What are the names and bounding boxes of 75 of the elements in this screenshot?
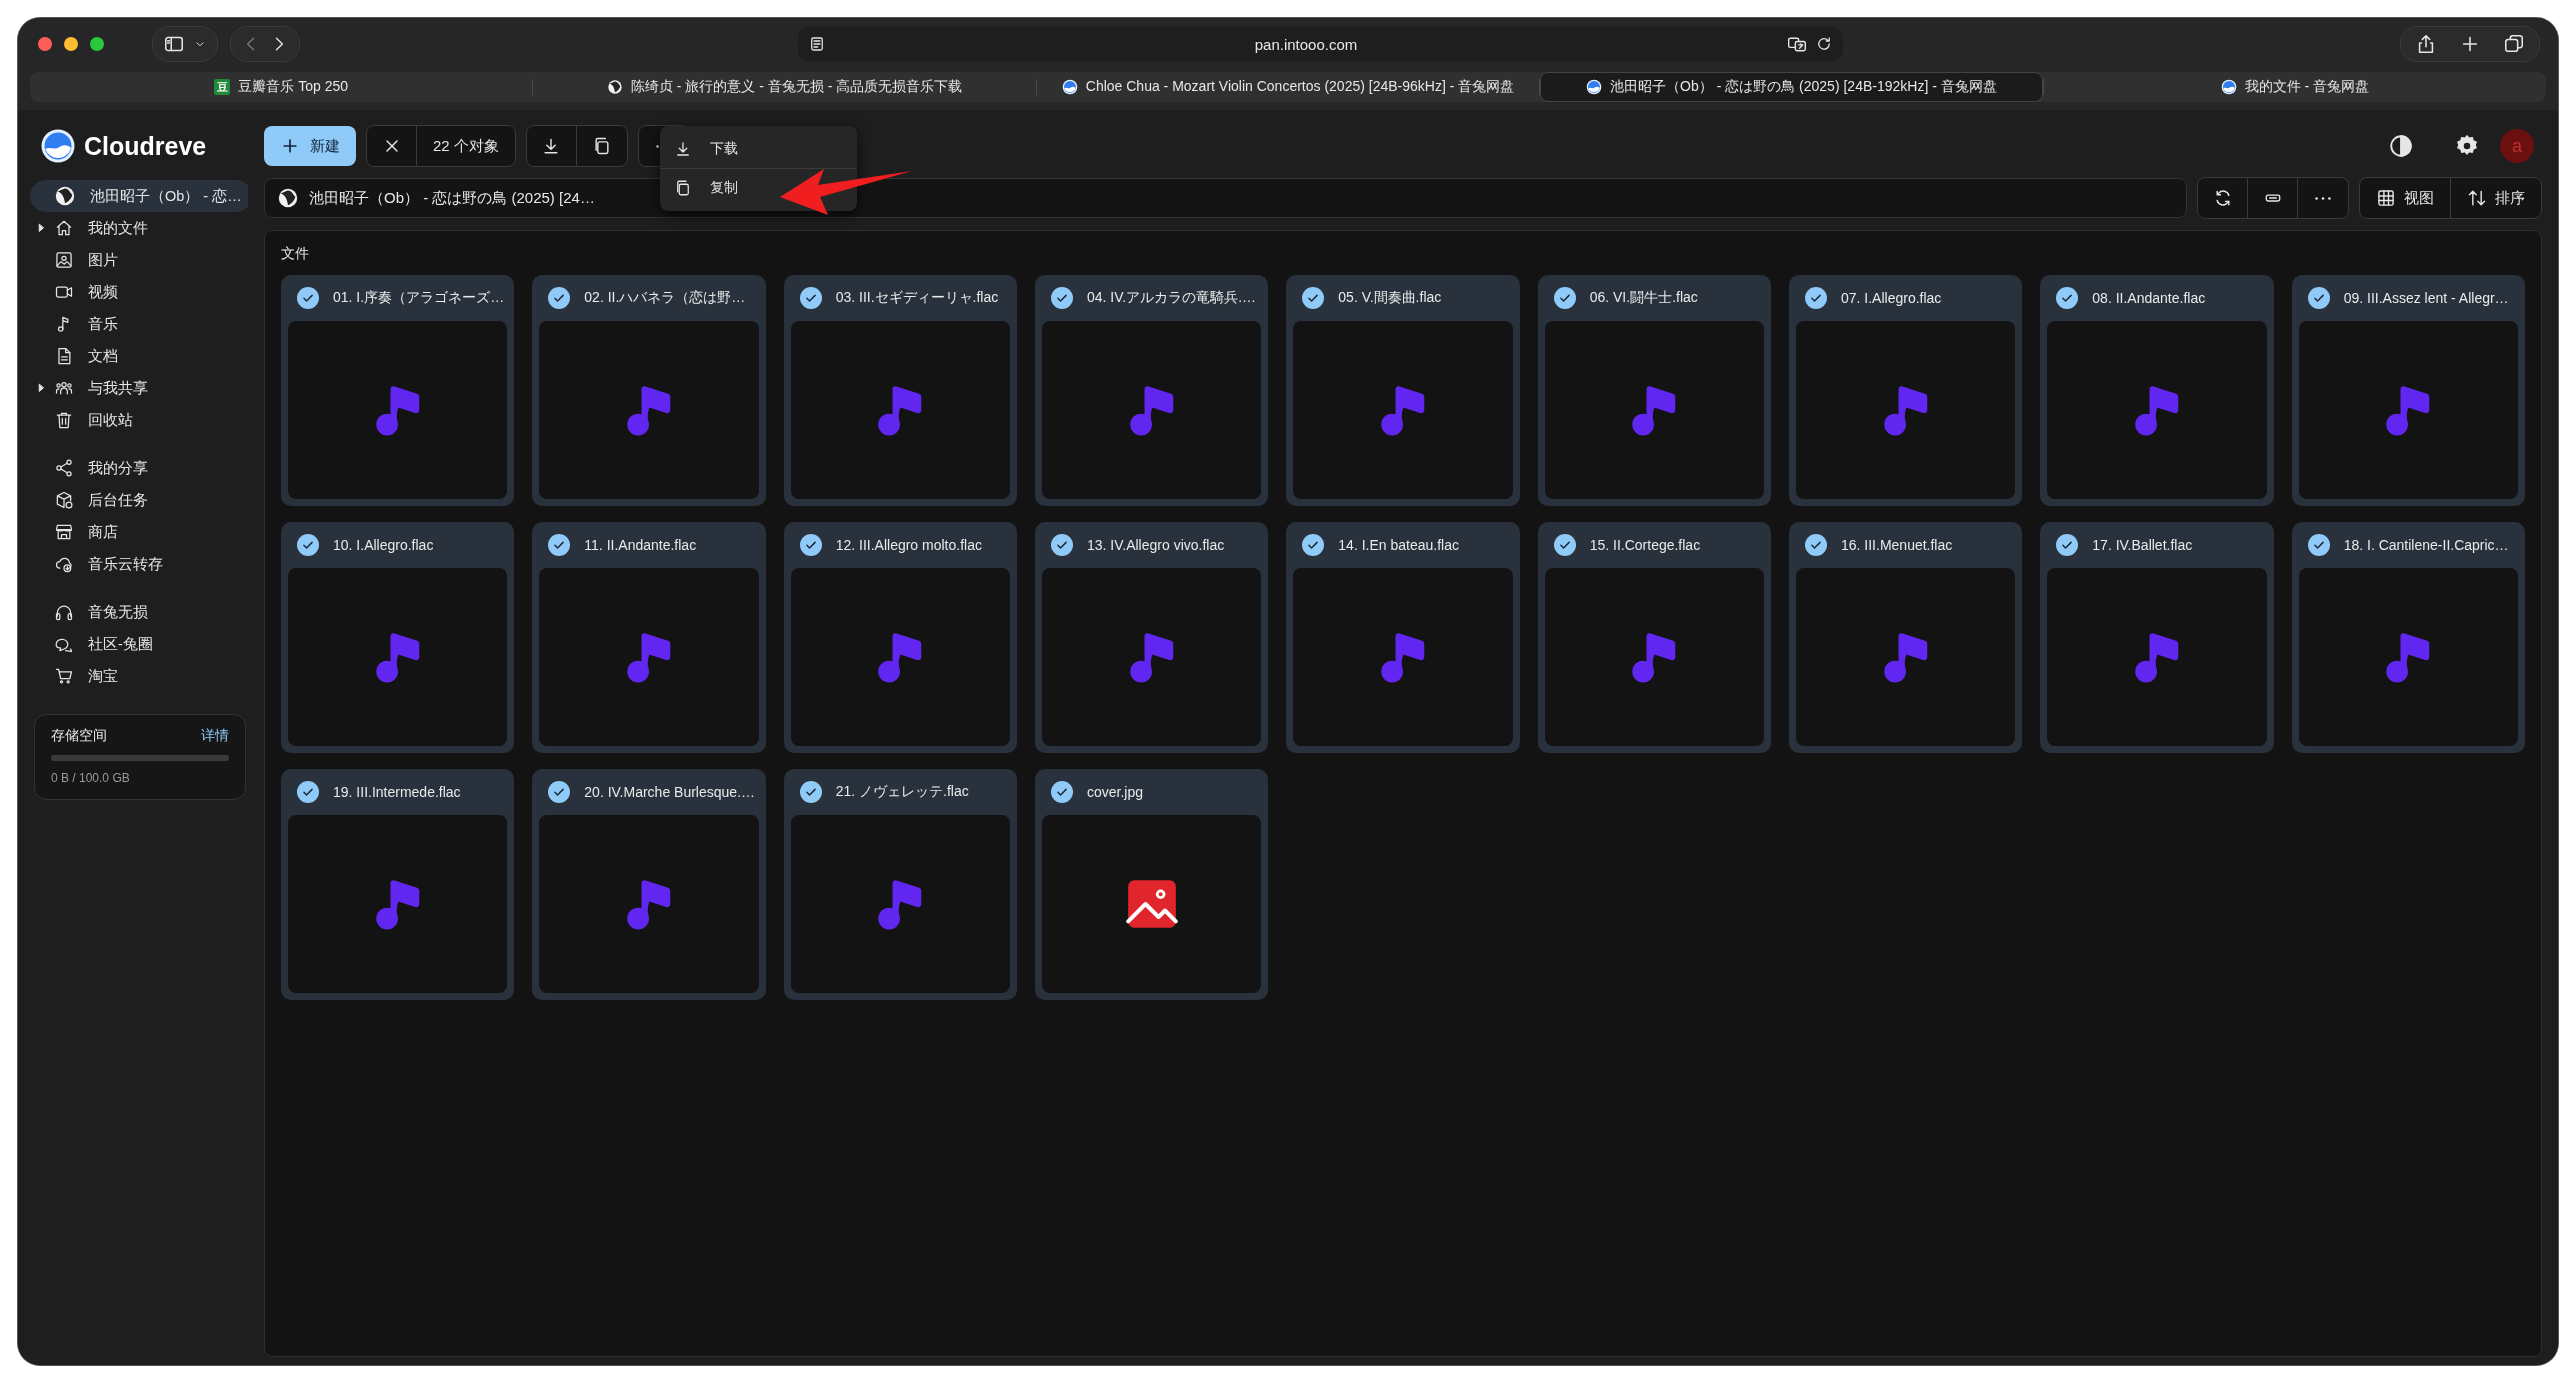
sidebar-item[interactable]: 淘宝 — [30, 660, 240, 692]
file-name: 08. II.Andante.flac — [2092, 290, 2206, 306]
file-card[interactable]: 06. VI.闘牛士.flac — [1537, 275, 1771, 506]
browser-tab[interactable]: Chloe Chua - Mozart Violin Concertos (2025) [24B-96kHz] - 音兔网盘 — [1036, 72, 1540, 102]
file-card[interactable]: 09. III.Assez lent - Allegr… — [2291, 275, 2525, 506]
file-name: 19. III.Intermede.flac — [333, 784, 461, 800]
sidebar-item[interactable]: 我的文件 — [30, 212, 240, 244]
sort-button[interactable]: 排序 — [2451, 178, 2541, 218]
file-card[interactable]: 19. III.Intermede.flac — [281, 769, 515, 1000]
file-card[interactable]: 02. II.ハバネラ（恋は野… — [532, 275, 766, 506]
file-card[interactable]: 10. I.Allegro.flac — [281, 522, 515, 753]
view-button[interactable]: 视图 — [2360, 178, 2451, 218]
file-name: 01. I.序奏（アラゴネーズ… — [333, 289, 505, 307]
file-card[interactable]: 18. I. Cantilene-II.Capric… — [2291, 522, 2525, 753]
file-card[interactable]: 07. I.Allegro.flac — [1789, 275, 2023, 506]
file-card[interactable]: 17. IV.Ballet.flac — [2040, 522, 2274, 753]
file-name: 06. VI.闘牛士.flac — [1589, 289, 1698, 307]
sidebar-item[interactable]: 图片 — [30, 244, 240, 276]
browser-tab[interactable]: 陈绮贞 - 旅行的意义 - 音兔无损 - 高品质无损音乐下载 — [533, 72, 1036, 102]
storage-reading: 0 B / 100.0 GB — [51, 771, 131, 785]
file-name: 04. IV.アルカラの竜騎兵.… — [1087, 289, 1257, 307]
file-name: 15. II.Cortege.flac — [1589, 537, 1701, 553]
sidebar-item[interactable]: 与我共享 — [30, 372, 240, 404]
sidebar-item[interactable]: 回收站 — [30, 404, 240, 436]
browser-tab[interactable]: 豆 豆瓣音乐 Top 250 — [30, 72, 533, 102]
browser-tab[interactable]: 池田昭子（Ob） - 恋は野の鳥 (2025) [24B-192kHz] - 音兔网盘 — [1540, 72, 2043, 102]
file-card[interactable]: 12. III.Allegro molto.flac — [783, 522, 1017, 753]
menu-item[interactable]: 下载 — [660, 130, 857, 168]
sidebar-item[interactable]: 社区-兔圈 — [30, 628, 240, 660]
file-name: 09. III.Assez lent - Allegr… — [2343, 290, 2509, 306]
file-card[interactable]: 14. I.En bateau.flac — [1286, 522, 1520, 753]
browser-tab[interactable]: 我的文件 - 音兔网盘 — [2043, 72, 2547, 102]
address-bar[interactable]: pan.intooo.com — [797, 27, 1843, 61]
file-card[interactable]: 21. ノヴェレッテ.flac — [783, 769, 1017, 1000]
file-name: 05. V.間奏曲.flac — [1338, 289, 1442, 307]
file-name: 02. II.ハバネラ（恋は野… — [584, 289, 746, 307]
file-name: 18. I. Cantilene-II.Capric… — [2343, 537, 2509, 553]
file-card[interactable]: 08. II.Andante.flac — [2040, 275, 2274, 506]
sidebar-item[interactable]: 文档 — [30, 340, 240, 372]
details-link[interactable]: 详情 — [201, 727, 229, 745]
sidebar-item[interactable]: 视频 — [30, 276, 240, 308]
section-title: 文件 — [281, 245, 310, 263]
file-card[interactable]: 03. III.セギディーリャ.flac — [783, 275, 1017, 506]
file-name: 03. III.セギディーリャ.flac — [835, 289, 999, 307]
sidebar-item[interactable]: 音乐 — [30, 308, 240, 340]
file-card[interactable]: cover.jpg — [1035, 769, 1269, 1000]
file-card[interactable]: 04. IV.アルカラの竜騎兵.… — [1035, 275, 1269, 506]
file-card[interactable]: 05. V.間奏曲.flac — [1286, 275, 1520, 506]
new-button[interactable]: 新建 — [264, 126, 356, 166]
sidebar-item[interactable]: 音乐云转存 — [30, 548, 240, 580]
brand-name: Cloudreve — [84, 131, 207, 161]
file-card[interactable]: 15. II.Cortege.flac — [1537, 522, 1771, 753]
file-card[interactable]: 01. I.序奏（アラゴネーズ… — [281, 275, 515, 506]
file-name: 20. IV.Marche Burlesque.… — [584, 784, 755, 800]
file-name: 21. ノヴェレッテ.flac — [835, 783, 969, 801]
file-name: 12. III.Allegro molto.flac — [835, 537, 982, 553]
sidebar-item[interactable]: 后台任务 — [30, 484, 240, 516]
file-card[interactable]: 20. IV.Marche Burlesque.… — [532, 769, 766, 1000]
file-card[interactable]: 13. IV.Allegro vivo.flac — [1035, 522, 1269, 753]
file-card[interactable]: 11. II.Andante.flac — [532, 522, 766, 753]
file-name: 16. III.Menuet.flac — [1841, 537, 1953, 553]
storage-title: 存储空间 — [51, 727, 107, 745]
sidebar-item[interactable]: 音兔无损 — [30, 596, 240, 628]
favicon: 豆 — [214, 79, 231, 95]
sidebar-item[interactable]: 商店 — [30, 516, 240, 548]
selection-count[interactable]: 22 个对象 — [417, 126, 515, 166]
file-name: 17. IV.Ballet.flac — [2092, 537, 2193, 553]
file-name: 14. I.En bateau.flac — [1338, 537, 1459, 553]
file-name: 07. I.Allegro.flac — [1841, 290, 1942, 306]
file-name: cover.jpg — [1087, 784, 1144, 800]
file-name: 10. I.Allegro.flac — [333, 537, 434, 553]
file-card[interactable]: 16. III.Menuet.flac — [1789, 522, 2023, 753]
file-name: 13. IV.Allegro vivo.flac — [1087, 537, 1225, 553]
sidebar-item[interactable]: 我的分享 — [30, 452, 240, 484]
file-name: 11. II.Andante.flac — [584, 537, 697, 553]
